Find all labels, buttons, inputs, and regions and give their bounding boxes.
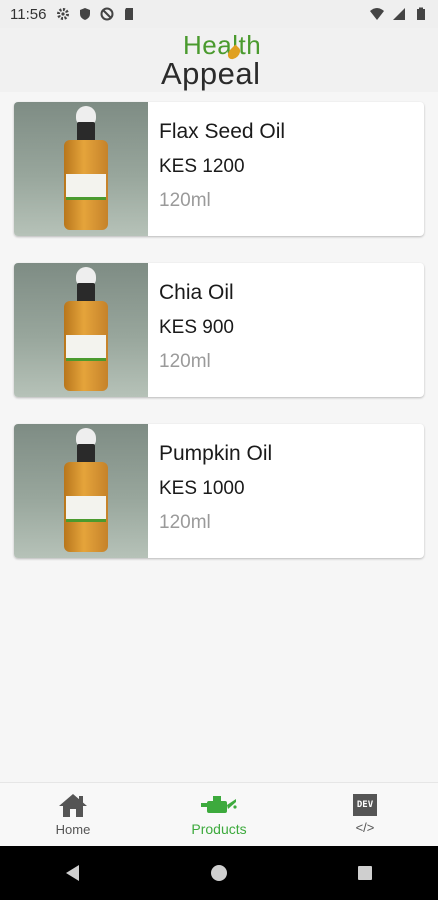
app-header: Health Appeal <box>0 28 438 92</box>
product-size: 120ml <box>159 190 211 211</box>
nav-item-dev[interactable]: DEV </> <box>292 783 438 846</box>
product-image <box>14 102 148 236</box>
nav-label-dev: </> <box>355 820 375 835</box>
product-card[interactable]: Pumpkin Oil KES 1000 120ml <box>14 424 424 558</box>
bottle-neck <box>77 283 95 303</box>
back-icon[interactable] <box>63 863 83 883</box>
home-button-icon[interactable] <box>209 863 229 883</box>
status-bar: 11:56 <box>0 0 438 28</box>
signal-icon <box>393 8 405 20</box>
product-price: KES 1200 <box>159 156 245 177</box>
product-image <box>14 263 148 397</box>
wifi-icon <box>370 8 384 20</box>
status-time: 11:56 <box>10 5 47 23</box>
oil-can-icon <box>201 795 237 813</box>
bottle-neck <box>77 122 95 142</box>
nav-item-products[interactable]: Products <box>146 783 292 846</box>
logo-text-appeal: Appeal <box>161 56 261 91</box>
system-navigation-bar <box>0 846 438 900</box>
product-list: Flax Seed Oil KES 1200 120ml Chia Oil KE… <box>14 102 424 585</box>
bottle-neck <box>77 444 95 464</box>
product-price: KES 900 <box>159 317 234 338</box>
bottle-label <box>66 174 106 200</box>
product-card[interactable]: Flax Seed Oil KES 1200 120ml <box>14 102 424 236</box>
sd-card-icon <box>125 8 134 20</box>
nav-label-home: Home <box>55 822 91 837</box>
product-size: 120ml <box>159 351 211 372</box>
product-name: Chia Oil <box>159 281 234 304</box>
product-name: Flax Seed Oil <box>159 120 286 143</box>
product-size: 120ml <box>159 512 211 533</box>
bottom-navigation: Home Products DEV </> <box>0 782 438 846</box>
bottle-label <box>66 335 106 361</box>
no-entry-icon <box>100 7 114 21</box>
bottle-label <box>66 496 106 522</box>
product-name: Pumpkin Oil <box>159 442 273 465</box>
nav-item-home[interactable]: Home <box>0 783 146 846</box>
health-appeal-logo: Health Appeal <box>159 28 279 92</box>
nav-label-products: Products <box>191 820 247 837</box>
dev-icon: DEV <box>353 794 377 816</box>
product-card[interactable]: Chia Oil KES 900 120ml <box>14 263 424 397</box>
product-price: KES 1000 <box>159 478 245 499</box>
home-icon <box>59 794 87 817</box>
recents-icon[interactable] <box>355 863 375 883</box>
product-image <box>14 424 148 558</box>
battery-icon <box>417 7 425 20</box>
gear-icon <box>57 8 70 20</box>
shield-icon <box>80 8 91 20</box>
